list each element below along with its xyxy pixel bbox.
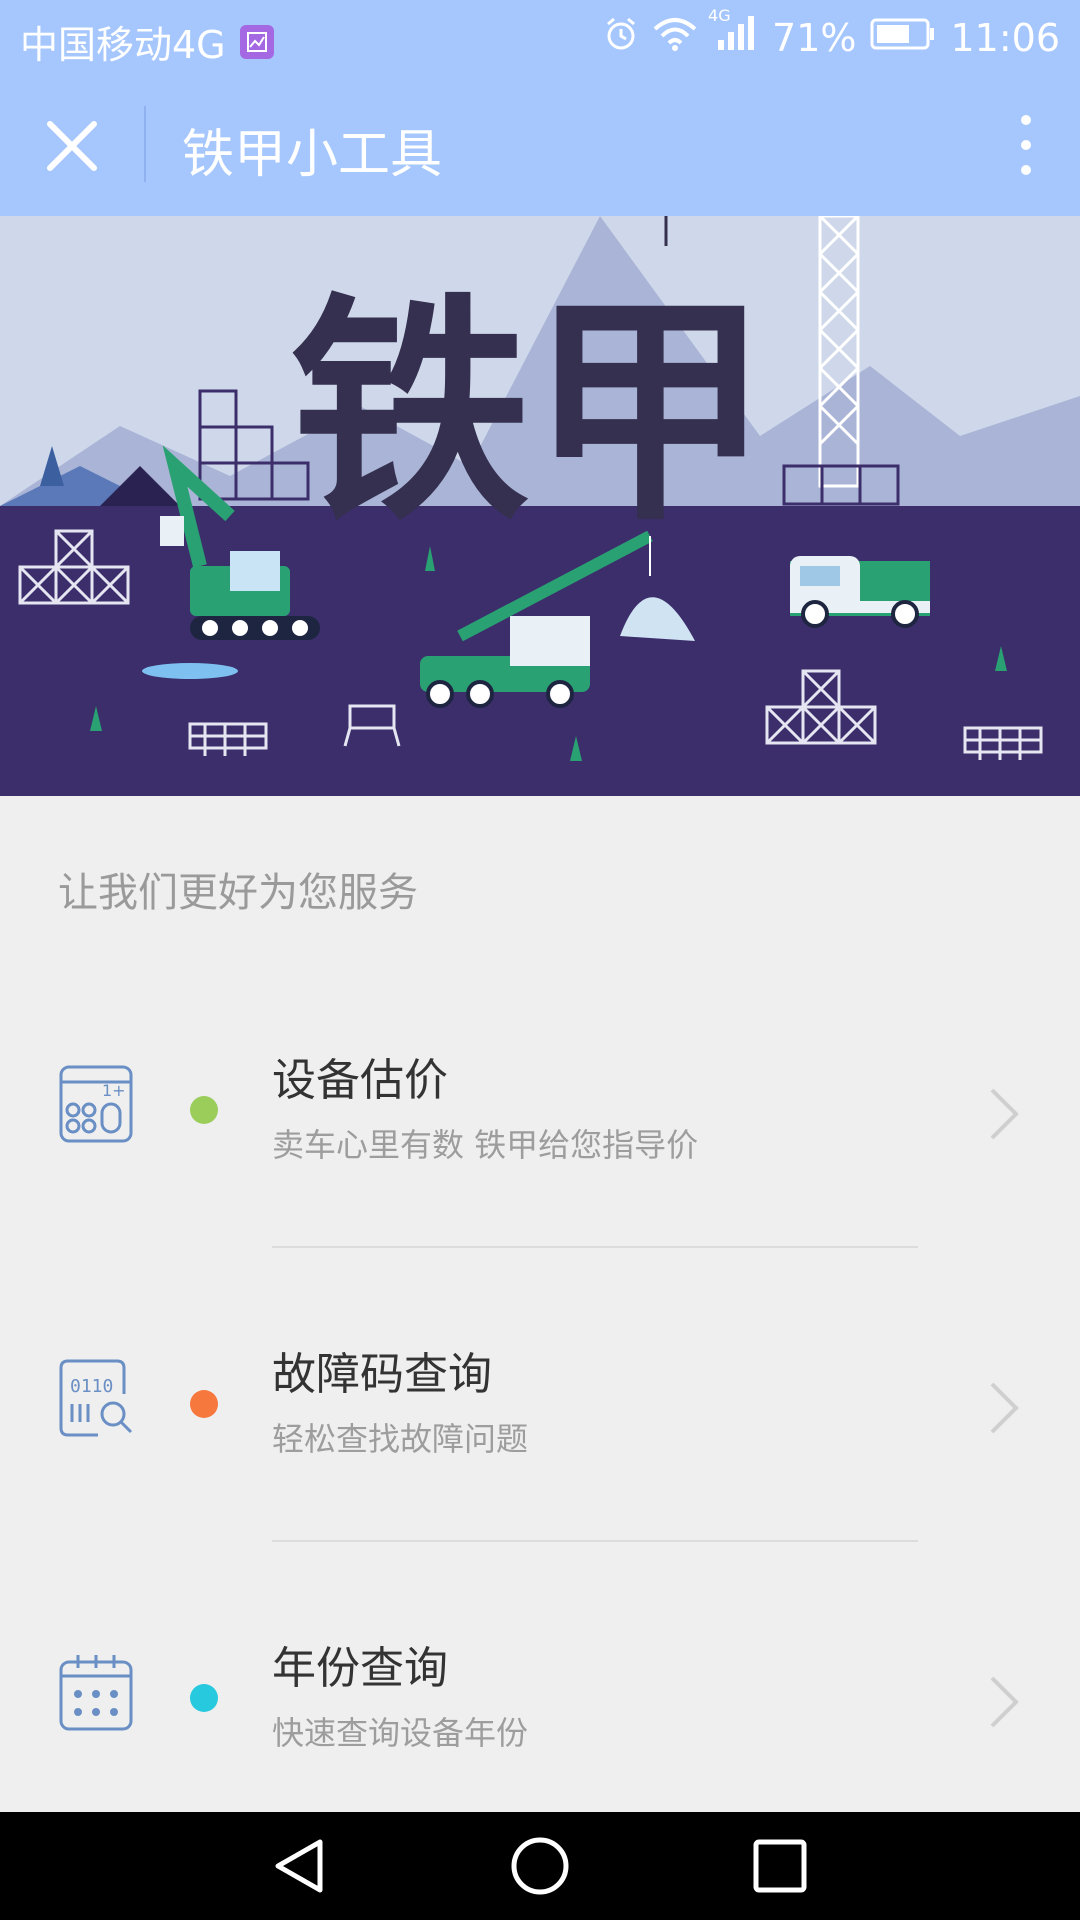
- close-icon[interactable]: [40, 114, 104, 178]
- banner-illustration: 铁甲: [0, 216, 1080, 796]
- clock: 11:06: [950, 15, 1060, 60]
- chevron-right-icon: [986, 1674, 1022, 1730]
- home-icon[interactable]: [510, 1836, 570, 1896]
- item-subtitle: 卖车心里有数 铁甲给您指导价: [272, 1126, 699, 1164]
- item-title: 故障码查询: [272, 1349, 492, 1400]
- app-header: 铁甲小工具: [0, 72, 1080, 216]
- section-title: 让我们更好为您服务: [58, 870, 418, 916]
- calendar-icon: [58, 1652, 134, 1732]
- item-title: 设备估价: [272, 1055, 448, 1106]
- divider: [272, 1540, 918, 1542]
- wifi-icon: [652, 16, 698, 60]
- battery-percent: 71%: [772, 15, 857, 60]
- recents-icon[interactable]: [750, 1836, 810, 1896]
- divider: [272, 1246, 918, 1248]
- battery-icon: [870, 16, 936, 60]
- list-item-fault-code[interactable]: 0110 故障码查询 轻松查找故障问题: [0, 1294, 1080, 1588]
- system-nav-bar: [0, 1812, 1080, 1920]
- status-bar: 中国移动4G 4G 71% 11:06: [0, 0, 1080, 72]
- svg-text:0110: 0110: [70, 1376, 113, 1397]
- signal-icon: 4G: [708, 6, 758, 61]
- banner-headline: 铁甲: [290, 273, 770, 553]
- barcode-search-icon: 0110: [58, 1358, 134, 1438]
- svg-text:1+: 1+: [102, 1081, 126, 1100]
- more-vertical-icon[interactable]: [1006, 110, 1046, 180]
- network-type-label: 4G: [708, 6, 731, 25]
- calculator-icon: 1+: [58, 1064, 134, 1144]
- status-dot: [190, 1684, 218, 1712]
- status-dot: [190, 1096, 218, 1124]
- page-title: 铁甲小工具: [182, 125, 443, 185]
- alarm-icon: [604, 16, 638, 60]
- item-title: 年份查询: [272, 1643, 448, 1694]
- status-dot: [190, 1390, 218, 1418]
- back-icon[interactable]: [270, 1836, 330, 1896]
- header-divider: [144, 106, 146, 182]
- list-item-equipment-valuation[interactable]: 1+ 设备估价 卖车心里有数 铁甲给您指导价: [0, 1000, 1080, 1294]
- item-subtitle: 快速查询设备年份: [272, 1714, 529, 1752]
- item-subtitle: 轻松查找故障问题: [272, 1420, 529, 1458]
- image-icon: [239, 24, 274, 59]
- chevron-right-icon: [986, 1086, 1022, 1142]
- chevron-right-icon: [986, 1380, 1022, 1436]
- carrier-label: 中国移动4G: [20, 23, 226, 67]
